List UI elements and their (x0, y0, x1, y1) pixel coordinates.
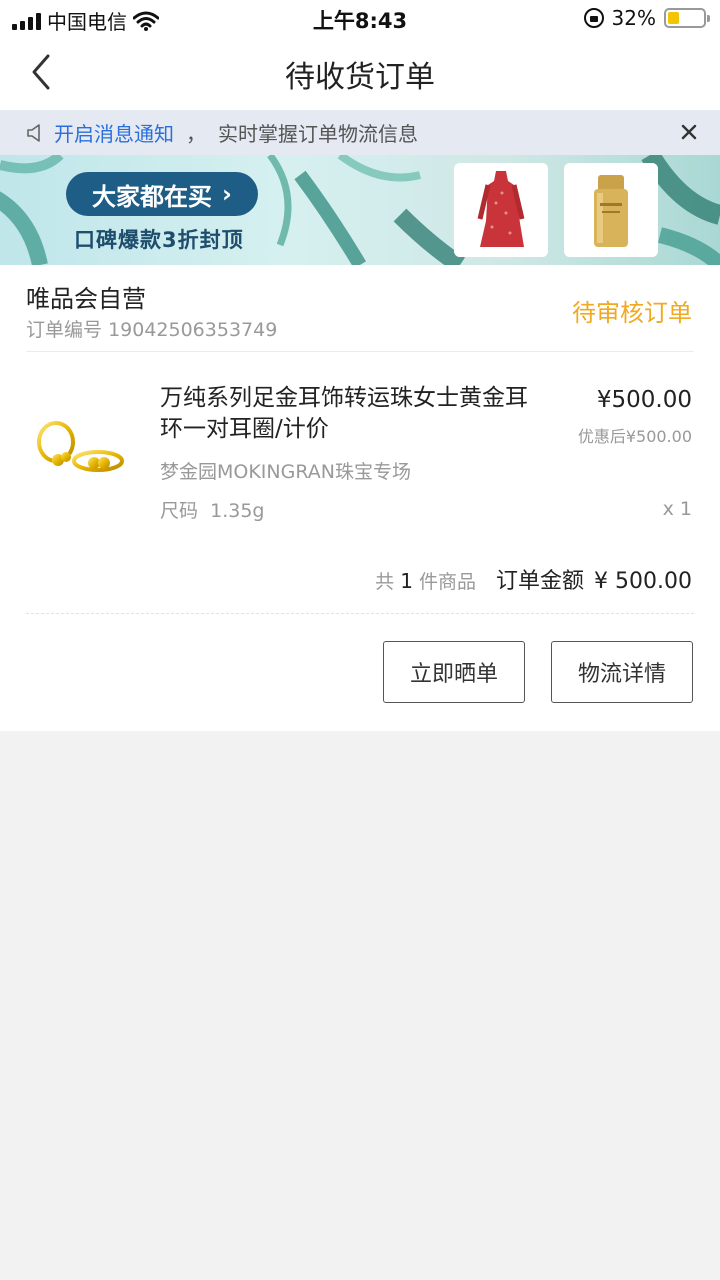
order-total-amount: ¥ 500.00 (594, 569, 692, 594)
battery-percent: 32% (611, 6, 656, 30)
sunscreen-bottle-image[interactable] (564, 163, 658, 257)
item-count-prefix: 共 (375, 571, 395, 593)
nav-bar: 待收货订单 (0, 36, 720, 110)
item-count-value: 1 (400, 569, 413, 593)
product-size: 尺码 1.35g (160, 496, 264, 523)
close-icon[interactable] (676, 119, 702, 145)
order-number-label: 订单编号 (26, 319, 103, 341)
product-quantity: x 1 (662, 498, 692, 520)
product-size-label: 尺码 (160, 500, 199, 522)
banner-pill-text: 大家都在买 (92, 182, 213, 211)
enable-notification-link[interactable]: 开启消息通知 (54, 118, 174, 147)
chevron-right-icon: › (222, 180, 232, 208)
notification-banner: 开启消息通知 ， 实时掌握订单物流信息 (0, 110, 720, 155)
red-dress-graphic (454, 163, 548, 257)
rotation-lock-icon (583, 8, 604, 28)
order-number: 订单编号 19042506353749 (26, 315, 277, 342)
product-store: 梦金园MOKINGRAN珠宝专场 (160, 461, 411, 483)
product-size-value: 1.35g (210, 500, 265, 522)
sunscreen-graphic (564, 163, 658, 257)
product-price: ¥500.00 (596, 387, 692, 413)
status-bar-right: 32% (583, 6, 710, 30)
notice-separator: ， (186, 122, 206, 146)
speaker-icon (27, 123, 40, 142)
dashed-divider (26, 613, 694, 614)
order-total-label: 订单金额 (496, 569, 585, 594)
item-count: 共 1 件商品 (375, 567, 476, 594)
logistics-details-button[interactable]: 物流详情 (551, 641, 693, 703)
notice-text: 实时掌握订单物流信息 (218, 122, 418, 146)
order-summary: 共 1 件商品 订单金额 ¥ 500.00 (375, 563, 692, 595)
order-status: 待审核订单 (572, 299, 692, 327)
divider (26, 351, 694, 352)
banner-pill-button[interactable]: 大家都在买 › (66, 172, 258, 216)
battery-icon (664, 8, 710, 28)
product-discount-price: 优惠后¥500.00 (577, 427, 692, 446)
page-title: 待收货订单 (285, 60, 435, 95)
promo-banner[interactable]: 大家都在买 › 口碑爆款3折封顶 (0, 155, 720, 265)
gold-earrings-image[interactable] (26, 385, 146, 505)
red-dress-image[interactable] (454, 163, 548, 257)
battery-fill (668, 12, 679, 24)
status-bar: 中国电信 上午8:43 32% (0, 0, 720, 36)
order-number-value: 19042506353749 (108, 319, 278, 341)
order-card: 唯品会自营 订单编号 19042506353749 待审核订单 万纯系列足金耳饰… (0, 265, 720, 731)
item-count-suffix: 件商品 (419, 571, 477, 593)
banner-subtitle: 口碑爆款3折封顶 (74, 228, 244, 252)
shop-name: 唯品会自营 (26, 285, 146, 313)
gold-earrings-graphic (37, 421, 124, 472)
product-title[interactable]: 万纯系列足金耳饰转运珠女士黄金耳环一对耳圈/计价 (160, 383, 550, 445)
review-button[interactable]: 立即晒单 (383, 641, 525, 703)
